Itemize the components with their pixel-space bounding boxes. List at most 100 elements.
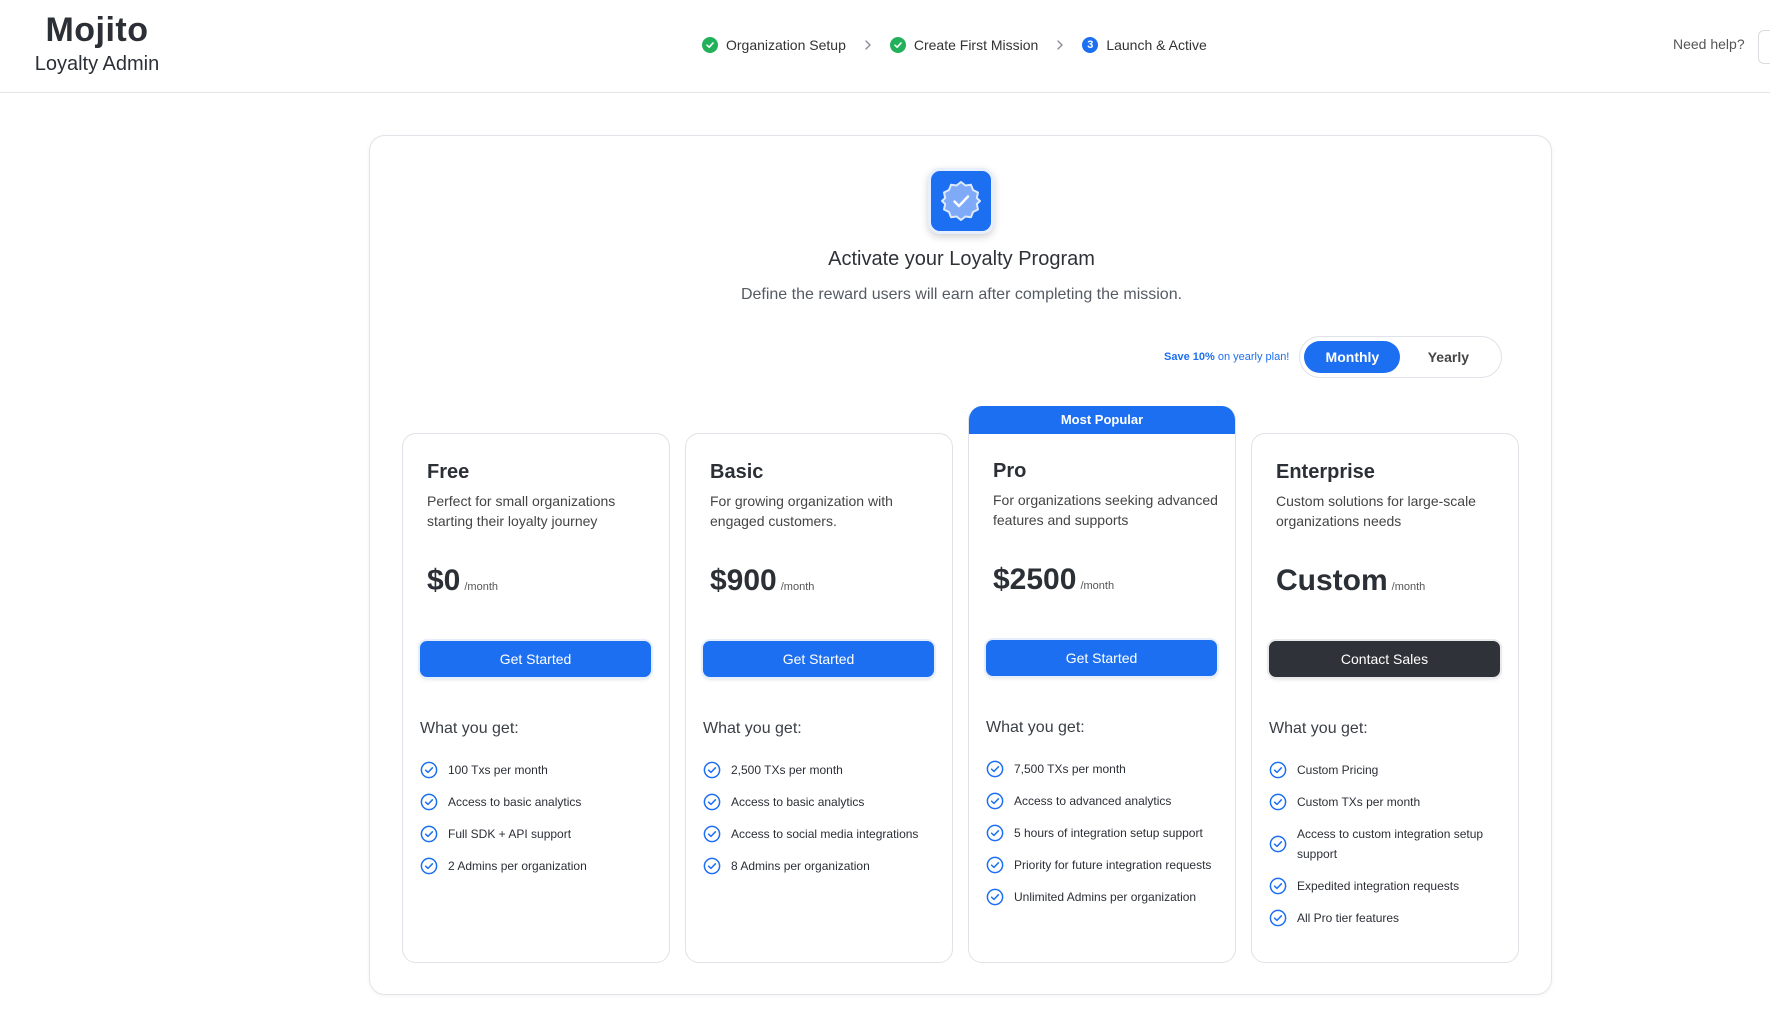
feature-item: Custom Pricing [1269, 754, 1509, 786]
feature-text: Access to basic analytics [448, 795, 582, 809]
plan-name: Basic [710, 461, 764, 483]
top-bar: Mojito Loyalty Admin Organization Setup … [0, 0, 1770, 93]
check-circle-icon [986, 824, 1004, 842]
feature-item: All Pro tier features [1269, 902, 1509, 934]
plan-price: $900 /month [710, 564, 814, 598]
price-value: $0 [427, 564, 461, 597]
brand-subtitle: Loyalty Admin [34, 53, 160, 75]
feature-text: All Pro tier features [1297, 911, 1400, 925]
plan-card-enterprise: Enterprise Custom solutions for large-sc… [1251, 433, 1519, 963]
feature-item: Access to basic analytics [420, 786, 660, 818]
feature-text: Access to custom integration setup suppo… [1297, 827, 1484, 861]
page-title: Activate your Loyalty Program [828, 248, 1095, 270]
check-circle-icon [1269, 793, 1287, 811]
plan-price: Custom /month [1276, 564, 1425, 598]
feature-item: 7,500 TXs per month [986, 753, 1226, 785]
plan-price: $2500 /month [993, 563, 1114, 597]
step-launch-active[interactable]: 3 Launch & Active [1082, 37, 1207, 53]
feature-text: 2,500 TXs per month [731, 763, 843, 777]
check-circle-icon [420, 825, 438, 843]
page-subtitle: Define the reward users will earn after … [740, 286, 1183, 303]
feature-item: Access to basic analytics [703, 786, 943, 818]
plan-card-pro: Most Popular Pro For organizations seeki… [968, 406, 1236, 963]
feature-item: 2,500 TXs per month [703, 754, 943, 786]
check-circle-icon [702, 37, 718, 53]
price-unit: /month [464, 581, 499, 593]
feature-item: Access to custom integration setup suppo… [1269, 818, 1509, 870]
check-circle-icon [420, 761, 438, 779]
feature-item: Priority for future integration requests [986, 849, 1226, 881]
step-number-badge: 3 [1082, 37, 1099, 53]
check-circle-icon [703, 761, 721, 779]
step-label: Launch & Active [1106, 37, 1207, 53]
check-circle-icon [1269, 835, 1287, 853]
plan-description: For growing organization with engaged cu… [710, 493, 893, 529]
check-circle-icon [1269, 761, 1287, 779]
features-heading: What you get: [986, 719, 1085, 736]
get-started-button[interactable]: Get Started [420, 641, 651, 677]
get-started-button[interactable]: Get Started [703, 641, 934, 677]
price-unit: /month [1391, 581, 1426, 593]
feature-text: Unlimited Admins per organization [1014, 890, 1197, 904]
feature-item: 2 Admins per organization [420, 850, 660, 882]
billing-cycle: Save 10% on yearly plan! Monthly Yearly [1164, 336, 1503, 378]
feature-text: Access to social media integrations [731, 827, 919, 841]
feature-list: 7,500 TXs per month Access to advanced a… [986, 753, 1226, 913]
feature-item: Expedited integration requests [1269, 870, 1509, 902]
feature-item: 100 Txs per month [420, 754, 660, 786]
check-circle-icon [986, 760, 1004, 778]
chevron-right-icon [1056, 39, 1064, 51]
feature-list: Custom Pricing Custom TXs per month Acce… [1269, 754, 1509, 934]
brand-logo: Mojito [45, 11, 149, 49]
check-circle-icon [420, 793, 438, 811]
check-circle-icon [703, 825, 721, 843]
price-value: Custom [1276, 564, 1388, 597]
plan-description: Custom solutions for large-scale organiz… [1276, 493, 1476, 529]
contact-sales-button[interactable]: Contact Sales [1269, 641, 1500, 677]
feature-list: 100 Txs per month Access to basic analyt… [420, 754, 660, 882]
price-value: $2500 [993, 563, 1077, 596]
help-link[interactable]: Need help? [1673, 36, 1745, 52]
get-started-button[interactable]: Get Started [986, 640, 1217, 676]
feature-text: 8 Admins per organization [731, 859, 870, 873]
features-heading: What you get: [420, 720, 519, 737]
plan-card-free: Free Perfect for small organizations sta… [402, 433, 670, 963]
feature-item: Access to social media integrations [703, 818, 943, 850]
step-organization-setup[interactable]: Organization Setup [702, 37, 846, 53]
plan-description: Perfect for small organizations starting… [427, 493, 616, 529]
check-circle-icon [1269, 877, 1287, 895]
monthly-toggle[interactable]: Monthly [1304, 341, 1401, 373]
plan-name: Enterprise [1276, 461, 1375, 483]
check-circle-icon [703, 857, 721, 875]
chevron-right-icon [864, 39, 872, 51]
feature-item: Full SDK + API support [420, 818, 660, 850]
check-circle-icon [889, 37, 906, 53]
plan-name: Free [427, 461, 470, 483]
step-create-first-mission[interactable]: Create First Mission [889, 37, 1039, 53]
feature-item: Custom TXs per month [1269, 786, 1509, 818]
price-unit: /month [1080, 580, 1115, 592]
feature-item: Access to advanced analytics [986, 785, 1226, 817]
billing-toggle: Monthly Yearly [1299, 336, 1503, 378]
verified-badge-icon [928, 168, 994, 234]
savings-text: on yearly plan! [1214, 351, 1290, 363]
feature-text: 7,500 TXs per month [1014, 762, 1126, 776]
feature-list: 2,500 TXs per month Access to basic anal… [703, 754, 943, 882]
features-heading: What you get: [703, 720, 802, 737]
feature-item: 8 Admins per organization [703, 850, 943, 882]
brand[interactable]: Mojito Loyalty Admin [32, 10, 162, 76]
check-circle-icon [986, 888, 1004, 906]
plan-name: Pro [993, 460, 1027, 482]
savings-amount: Save 10% [1164, 351, 1215, 363]
help-button-edge[interactable] [1758, 30, 1770, 64]
plan-description: For organizations seeking advanced featu… [993, 492, 1218, 528]
features-heading: What you get: [1269, 720, 1368, 737]
check-circle-icon [703, 793, 721, 811]
feature-text: Custom TXs per month [1297, 795, 1421, 809]
yearly-toggle[interactable]: Yearly [1400, 341, 1496, 373]
plan-price: $0 /month [427, 564, 498, 598]
feature-text: Full SDK + API support [448, 827, 572, 841]
feature-text: Custom Pricing [1297, 763, 1379, 777]
step-label: Create First Mission [913, 37, 1039, 53]
feature-text: 100 Txs per month [448, 763, 548, 777]
